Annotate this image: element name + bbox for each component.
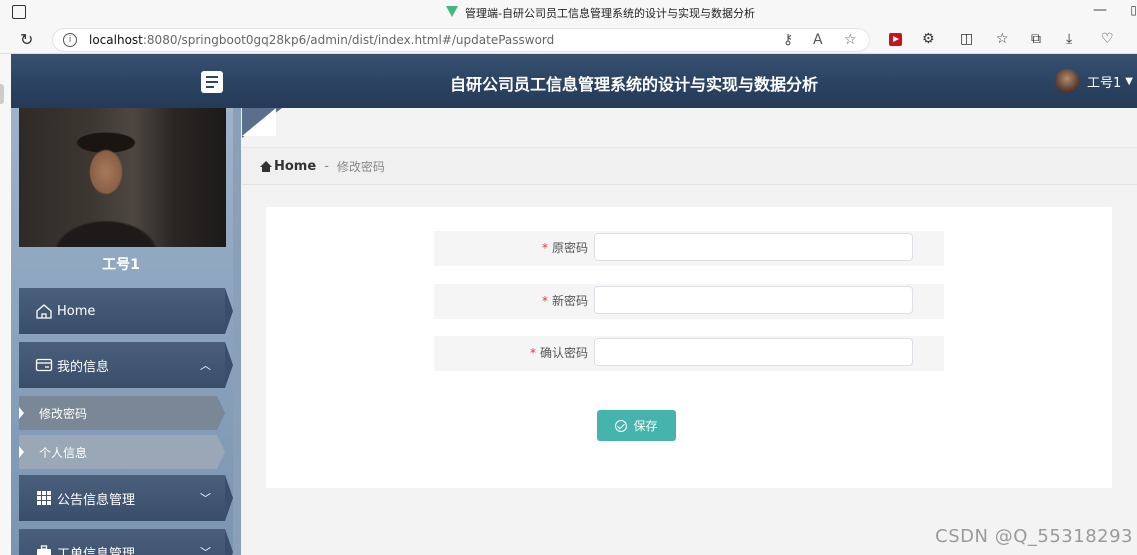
old-password-input[interactable] — [594, 233, 913, 261]
sidebar-item-label: 工单信息管理 — [57, 546, 136, 555]
breadcrumb-separator: - — [324, 158, 329, 174]
field-label: * 新密码 — [542, 284, 588, 319]
browser-left-edge — [0, 54, 11, 555]
home-icon — [35, 303, 53, 319]
sidebar-handle[interactable] — [0, 84, 4, 104]
breadcrumb: Home - 修改密码 — [242, 148, 1137, 185]
sidebar-username: 工号1 — [102, 257, 140, 273]
collections-icon[interactable]: ⧉ — [1031, 31, 1041, 47]
chevron-down-icon: ﹀ — [200, 492, 211, 505]
sidebar-item-home[interactable]: Home — [19, 288, 233, 334]
sidebar-scrollbar[interactable] — [233, 108, 241, 555]
tags-bar — [242, 108, 1137, 148]
downloads-icon[interactable]: ⤓ — [1066, 31, 1072, 47]
sidebar-subitem-label: 个人信息 — [39, 445, 88, 460]
password-form: * 原密码 * 新密码 * 确认密码 保存 — [266, 207, 1112, 488]
favorite-star-icon[interactable]: ☆ — [844, 32, 857, 48]
old-password-label: 原密码 — [551, 241, 588, 255]
sidebar-item-label: 公告信息管理 — [57, 492, 136, 508]
caret-down-icon[interactable]: ▼ — [1125, 76, 1133, 87]
split-screen-icon[interactable]: ◫ — [960, 31, 973, 47]
sidebar-subitem-label: 修改密码 — [39, 406, 88, 421]
address-bar[interactable]: i localhost:8080/springboot0gq28kp6/admi… — [52, 28, 870, 52]
browser-tab-title: 管理端-自研公司员工信息管理系统的设计与实现与数据分析 — [465, 7, 755, 20]
user-name[interactable]: 工号1 — [1087, 72, 1121, 91]
sidebar-item-label: 我的信息 — [57, 359, 110, 375]
sidebar-subitem-personal-info[interactable]: 个人信息 — [19, 435, 225, 469]
app-header: 自研公司员工信息管理系统的设计与实现与数据分析 工号1 ▼ — [11, 54, 1137, 108]
sidebar-item-my-info[interactable]: 我的信息 ︿ — [19, 342, 233, 388]
read-aloud-icon[interactable]: A — [813, 32, 823, 48]
save-button[interactable]: 保存 — [597, 410, 676, 441]
watermark: CSDN @Q_55318293 — [935, 526, 1133, 547]
app-title: 自研公司员工信息管理系统的设计与实现与数据分析 — [449, 75, 818, 94]
confirm-password-input[interactable] — [594, 338, 913, 366]
vue-favicon-icon — [446, 6, 458, 17]
chevron-down-icon: ﹀ — [200, 546, 211, 555]
app-root: 自研公司员工信息管理系统的设计与实现与数据分析 工号1 ▼ 工号1 Home 我… — [11, 54, 1137, 555]
form-row-new-password: * 新密码 — [434, 284, 944, 319]
required-mark: * — [529, 346, 536, 360]
field-label: * 原密码 — [542, 231, 588, 266]
reload-icon[interactable]: ↻ — [20, 30, 33, 49]
form-row-old-password: * 原密码 — [434, 231, 944, 266]
required-mark: * — [541, 241, 548, 255]
window-more-icon[interactable]: ▯ — [1130, 3, 1137, 17]
breadcrumb-current: 修改密码 — [336, 159, 385, 174]
browser-essentials-icon[interactable]: ♡ — [1101, 31, 1114, 47]
briefcase-icon — [35, 544, 53, 555]
url-host: localhost — [89, 33, 143, 47]
browser-title-bar: 管理端-自研公司员工信息管理系统的设计与实现与数据分析 — ▯ — [0, 0, 1137, 26]
window-tabs-icon[interactable] — [12, 5, 26, 19]
home-icon — [260, 160, 272, 172]
url-text[interactable]: localhost:8080/springboot0gq28kp6/admin/… — [89, 33, 554, 47]
breadcrumb-home[interactable]: Home — [274, 159, 316, 174]
save-button-label: 保存 — [633, 419, 658, 433]
new-password-input[interactable] — [594, 286, 913, 314]
site-info-icon[interactable]: i — [63, 33, 77, 47]
youtube-extension-icon[interactable] — [889, 33, 902, 46]
avatar[interactable] — [1055, 69, 1080, 93]
chevron-up-icon: ︿ — [200, 359, 211, 372]
favorites-icon[interactable]: ☆ — [996, 31, 1009, 47]
check-circle-icon — [615, 419, 628, 432]
sidebar-subitem-change-password[interactable]: 修改密码 — [19, 396, 225, 430]
minimize-icon[interactable]: — — [1093, 2, 1107, 18]
field-label: * 确认密码 — [530, 336, 588, 371]
new-password-label: 新密码 — [551, 294, 588, 308]
grid-icon — [35, 490, 53, 506]
key-icon[interactable]: ⚷ — [783, 32, 793, 48]
user-menu[interactable]: 工号1 ▼ — [1055, 68, 1137, 94]
sidebar-item-work-orders[interactable]: 工单信息管理 ﹀ — [19, 529, 233, 555]
sidebar-item-announcements[interactable]: 公告信息管理 ﹀ — [19, 475, 233, 521]
form-row-confirm-password: * 确认密码 — [434, 336, 944, 371]
confirm-password-label: 确认密码 — [539, 346, 588, 360]
user-photo — [19, 108, 226, 247]
extensions-icon[interactable]: ⚙ — [922, 31, 935, 47]
sidebar: 工号1 Home 我的信息 ︿ 修改密码 个人信息 公告信息管理 ﹀ 工单信息管… — [11, 108, 241, 555]
url-path: :8080/springboot0gq28kp6/admin/dist/inde… — [142, 33, 555, 47]
id-card-icon — [35, 357, 53, 373]
sidebar-item-label: Home — [57, 303, 96, 319]
required-mark: * — [541, 294, 548, 308]
